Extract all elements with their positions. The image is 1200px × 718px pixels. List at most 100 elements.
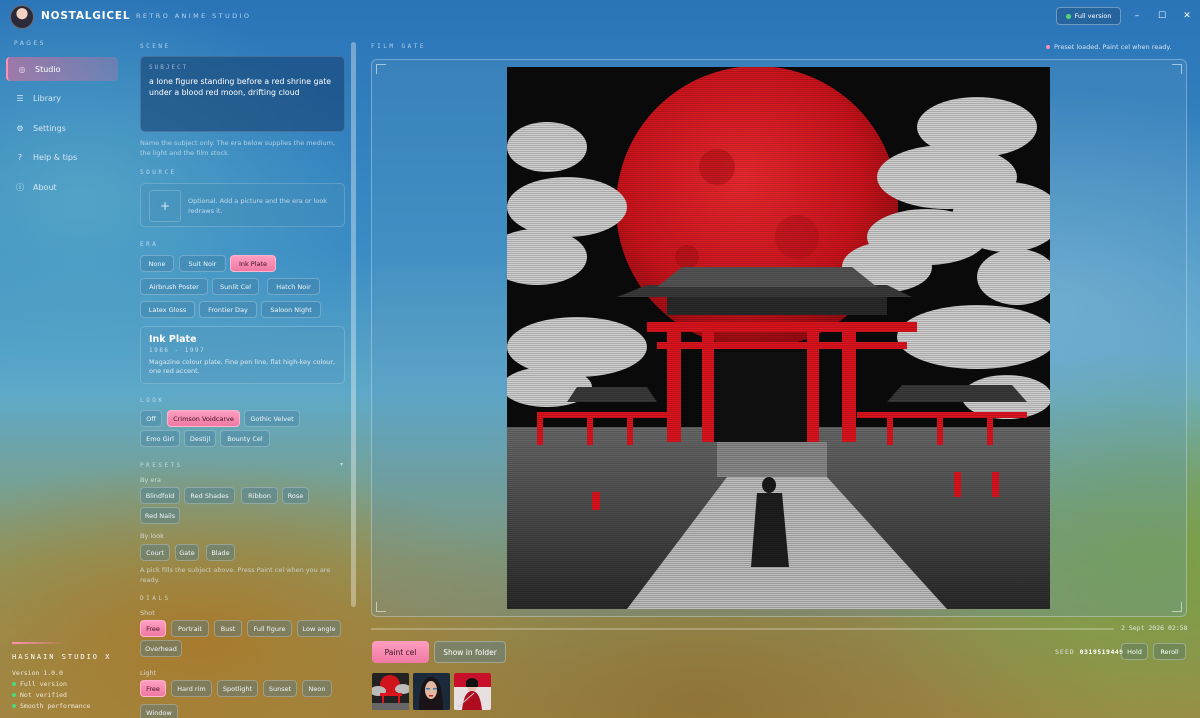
look-chip-emo-girl[interactable]: Emo Girl [140,430,180,447]
subject-hint: Name the subject only. The era below sup… [140,139,336,157]
era-chip-ink-plate[interactable]: Ink Plate [230,255,276,272]
light-chip-free[interactable]: Free [140,680,166,697]
gear-icon: ⚙ [16,123,24,133]
status-dot-icon [12,681,16,686]
shrine-artwork [507,67,1050,609]
light-chip-spotlight[interactable]: Spotlight [217,680,258,697]
shot-chip-portrait[interactable]: Portrait [171,620,209,637]
subject-input[interactable]: SUBJECT a lone figure standing before a … [140,56,345,132]
light-chip-window[interactable]: Window [140,704,178,718]
shot-chip-free[interactable]: Free [140,620,166,637]
footer-divider [12,642,67,644]
reroll-button[interactable]: Reroll [1153,643,1186,660]
era-chip-frontier-day[interactable]: Frontier Day [199,301,257,318]
presets-by-look-label: By look [140,532,164,540]
seed-label: SEED [1055,648,1075,656]
shot-chip-bust[interactable]: Bust [214,620,242,637]
presets-hint: A pick fills the subject above. Press Pa… [140,566,331,584]
sidebar-item-label: Library [33,93,61,103]
era-label: ERA [140,241,159,248]
era-chip-saloon-night[interactable]: Saloon Night [261,301,321,318]
look-chip-off[interactable]: Off [140,410,162,427]
footer-status-label: Full version [20,679,67,688]
shot-chip-low-angle[interactable]: Low angle [297,620,341,637]
look-chip-destijl[interactable]: Destijl [184,430,216,447]
look-chip-crimson-voidcarve[interactable]: Crimson Voidcarve [167,410,240,427]
sidebar-item-settings[interactable]: ⚙ Settings [6,116,118,140]
paint-cel-button[interactable]: Paint cel [372,641,429,663]
scene-panel: SCENE SUBJECT a lone figure standing bef… [128,34,354,718]
thumbnail-warrior[interactable] [454,673,491,710]
sidebar-item-help[interactable]: ? Help & tips [6,145,118,169]
shot-chip-full-figure[interactable]: Full figure [247,620,292,637]
list-icon: ☰ [16,93,24,103]
era-chip-latex-gloss[interactable]: Latex Gloss [140,301,195,318]
source-dropzone[interactable]: + Optional. Add a picture and the era or… [140,183,345,227]
shot-chip-overhead[interactable]: Overhead [140,640,182,657]
timestamp: 2 Sept 2026 02:58 [1121,624,1188,632]
preset-chip-blindfold[interactable]: Blindfold [140,487,180,504]
plus-icon[interactable]: + [149,190,181,222]
light-chip-hard-rim[interactable]: Hard rim [171,680,212,697]
source-label: SOURCE [140,169,177,176]
corner-mark [376,64,386,74]
light-chip-sunset[interactable]: Sunset [263,680,297,697]
preset-chip-red-nails[interactable]: Red Nails [140,507,180,524]
close-button[interactable]: ✕ [1177,7,1197,25]
status-dot-icon [12,703,16,708]
preset-chip-red-shades[interactable]: Red Shades [184,487,235,504]
footer-title: HASNAIN STUDIO X [12,653,112,661]
preset-chip-rose[interactable]: Rose [282,487,309,504]
era-card-description: Magazine colour plate. Fine pen line, fl… [149,358,336,375]
footer-version: Version 1.0.0 [12,668,63,677]
light-chip-neon[interactable]: Neon [302,680,332,697]
corner-mark [1172,602,1182,612]
full-version-button[interactable]: Full version [1056,7,1121,25]
chevron-down-icon[interactable]: ▾ [340,461,343,468]
era-chip-suit-noir[interactable]: Suit Noir [179,255,226,272]
look-chip-bounty-cel[interactable]: Bounty Cel [220,430,270,447]
preset-chip-court[interactable]: Court [140,544,170,561]
film-gate-label: FILM GATE [371,43,427,50]
sidebar-item-studio[interactable]: ◎ Studio [6,57,118,81]
preset-chip-gate[interactable]: Gate [175,544,199,561]
era-card-years: 1986 - 1997 [149,347,206,354]
era-chip-none[interactable]: None [140,255,174,272]
app-brand: NOSTALGICEL [41,10,131,22]
era-detail-card: Ink Plate 1986 - 1997 Magazine colour pl… [140,326,345,384]
status-dot-icon [12,692,16,697]
seed-value: 0319519449 [1079,648,1124,656]
sidebar-item-label: Settings [33,123,66,133]
show-in-folder-button[interactable]: Show in folder [434,641,506,663]
preset-chip-ribbon[interactable]: Ribbon [241,487,278,504]
status-dot-icon [1065,13,1071,19]
thumbnail-warrior-image [454,673,491,710]
info-icon: ⓘ [16,182,24,192]
timeline-track[interactable] [371,628,1114,630]
era-chip-sunlit-cel[interactable]: Sunlit Cel [212,278,259,295]
thumbnail-portrait-image [413,673,450,710]
panel-scrollbar[interactable] [351,42,356,607]
close-icon: ✕ [1183,11,1191,21]
footer-status-label: Not verified [20,690,67,699]
thumbnail-shrine[interactable] [372,673,409,710]
status-dot-icon [1046,45,1050,49]
minimize-icon: – [1134,11,1140,21]
era-chip-airbrush-poster[interactable]: Airbrush Poster [140,278,208,295]
maximize-button[interactable]: ☐ [1152,7,1172,25]
subject-text[interactable]: a lone figure standing before a red shri… [149,76,336,98]
sidebar-item-about[interactable]: ⓘ About [6,175,118,199]
pages-label: PAGES [14,40,46,47]
maximize-icon: ☐ [1157,11,1167,21]
minimize-button[interactable]: – [1127,7,1147,25]
rendered-cel-image[interactable] [507,67,1050,609]
era-chip-hatch-noir[interactable]: Hatch Noir [267,278,320,295]
look-chip-gothic-velvet[interactable]: Gothic Velvet [244,410,300,427]
sidebar-item-library[interactable]: ☰ Library [6,86,118,110]
hold-button[interactable]: Hold [1121,643,1148,660]
thumbnail-portrait[interactable] [413,673,450,710]
light-label: Light [140,669,157,677]
status-indicator: Preset loaded. Paint cel when ready. [1046,43,1171,51]
era-card-title: Ink Plate [149,334,197,345]
preset-chip-blade[interactable]: Blade [206,544,235,561]
